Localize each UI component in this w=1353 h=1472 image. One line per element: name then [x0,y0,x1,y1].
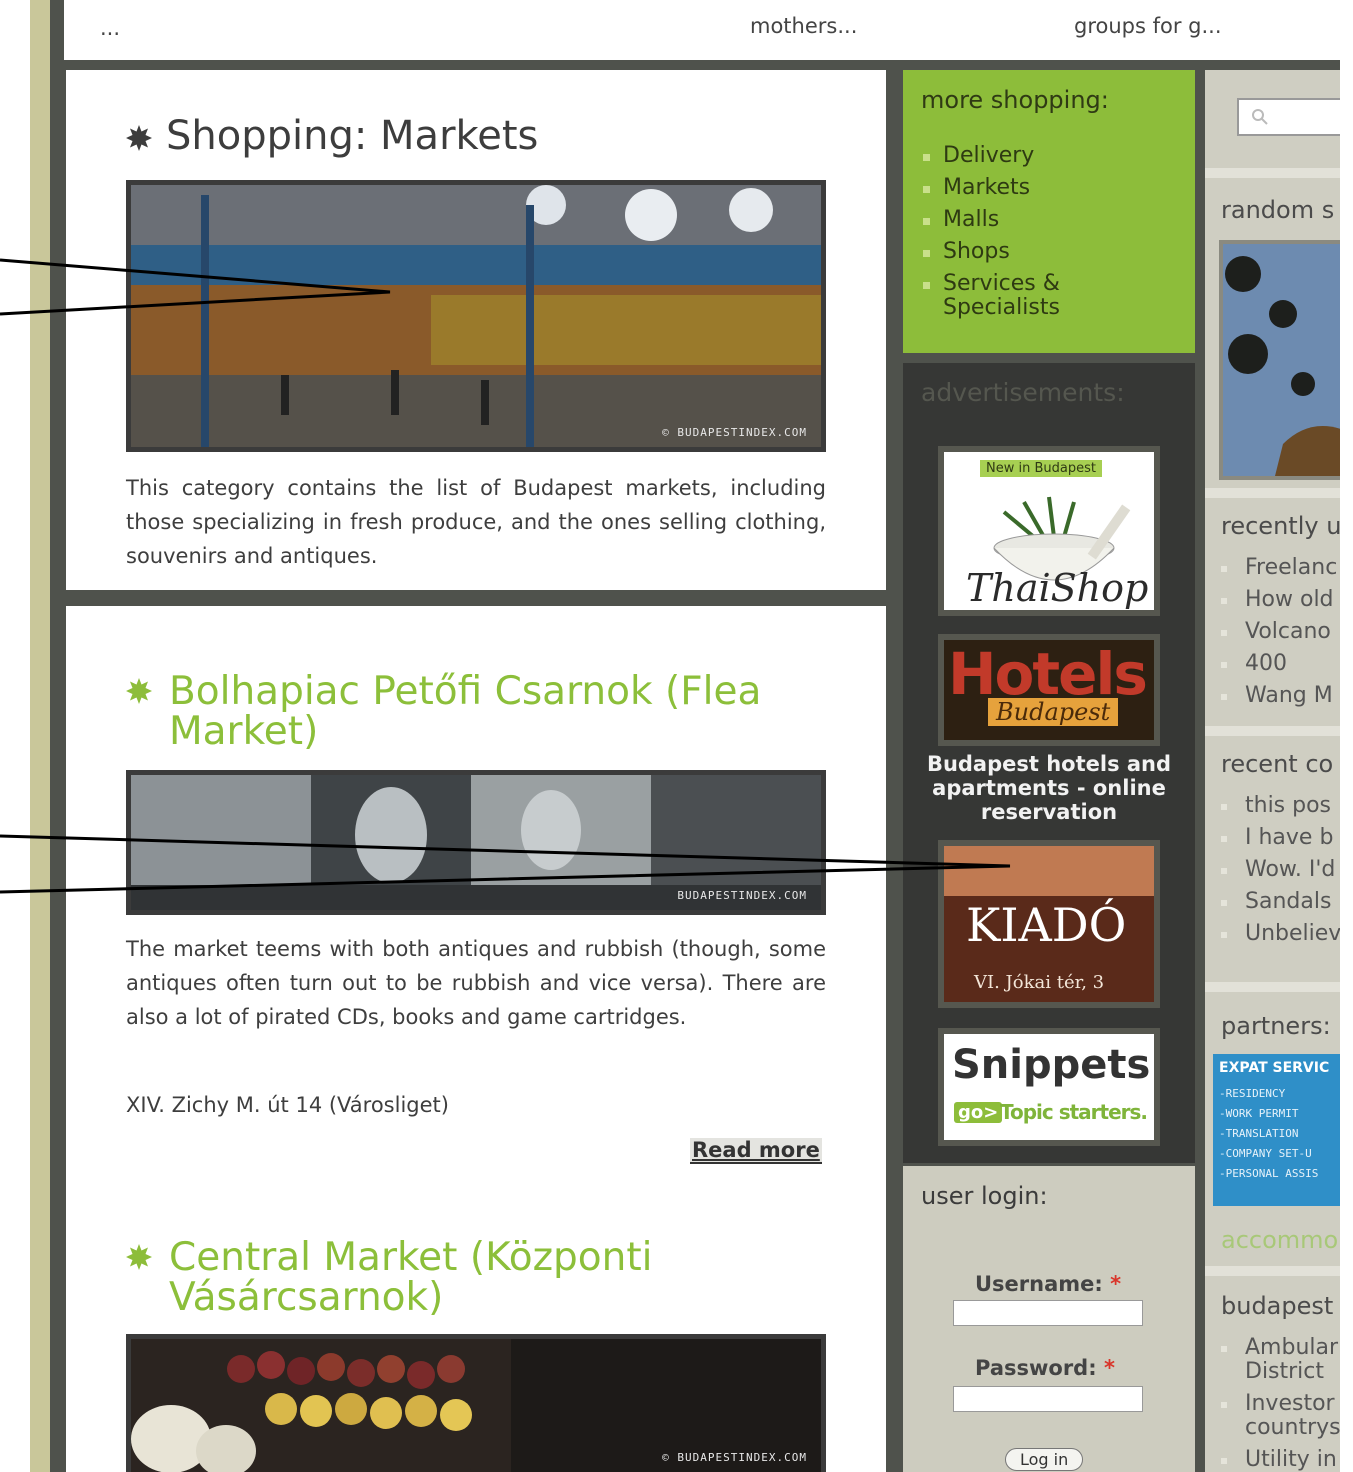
section-divider [1205,168,1340,178]
random-image [1223,244,1340,476]
more-shopping-link-services[interactable]: Services & Specialists [923,272,1063,320]
hotels-script: Budapest [988,698,1119,726]
thaishop-badge: New in Budapest [980,460,1102,477]
user-login-title: user login: [921,1182,1048,1210]
left-decorative-stripe [30,0,50,1472]
recently-item[interactable]: Volcano [1221,620,1337,644]
recent-comments-list: this pos I have b Wow. I'd Sandals Unbel… [1221,794,1340,954]
password-label: Password: * [975,1356,1115,1380]
required-mark: * [1110,1272,1122,1296]
flea-market-photo: BUDAPESTINDEX.COM [126,770,826,915]
search-input[interactable] [1237,98,1340,136]
category-header-card: Shopping: Markets © BUDAPESTINDEX.COM Th… [66,70,886,590]
right-column: random s recently u Freelanc How old Vol… [1205,70,1340,1472]
ad-kiado[interactable]: KIADÓ VI. Jókai tér, 3 [938,840,1160,1008]
partner-banner-expat[interactable]: EXPAT SERVIC -RESIDENCY -WORK PERMIT -TR… [1213,1054,1340,1206]
recent-comment-item[interactable]: this pos [1221,794,1340,818]
recent-comment-item[interactable]: Unbeliev [1221,922,1340,946]
random-photo[interactable] [1219,240,1340,480]
read-more-link[interactable]: Read more [690,1138,822,1164]
ad-hotels[interactable]: Hotels Budapest [938,634,1160,746]
budapest-title: budapest [1221,1292,1334,1320]
page-title: Shopping: Markets [166,113,539,159]
recently-item[interactable]: How old [1221,588,1337,612]
listing-address-flea-market: XIV. Zichy M. út 14 (Városliget) [126,1093,449,1117]
hotels-caption[interactable]: Budapest hotels and apartments - online … [920,752,1178,824]
kiado-address: VI. Jókai tér, 3 [974,972,1105,993]
section-divider [1205,488,1340,498]
more-shopping-title: more shopping: [921,86,1109,114]
search-icon [1252,109,1268,125]
central-market-photo: © BUDAPESTINDEX.COM [126,1334,826,1472]
more-shopping-link-delivery[interactable]: Delivery [923,144,1063,168]
partner-banner-title: EXPAT SERVIC [1219,1060,1330,1076]
snippets-word: Snippets! [952,1042,1160,1088]
top-links-bar: ... mothers... groups for g... [64,0,1340,60]
more-shopping-list: Delivery Markets Malls Shops Services & … [923,144,1063,328]
recent-comments-title: recent co [1221,750,1334,778]
more-shopping-link-malls[interactable]: Malls [923,208,1063,232]
recently-item[interactable]: Wang M [1221,684,1337,708]
kiado-word: KIADÓ [966,898,1127,952]
more-shopping-box: more shopping: Delivery Markets Malls Sh… [903,70,1195,353]
page-title-row: Shopping: Markets [126,114,538,158]
budapest-item[interactable]: Ambular District [1221,1336,1340,1384]
partner-banner-lines: -RESIDENCY -WORK PERMIT -TRANSLATION -CO… [1219,1087,1319,1180]
top-ellipsis: ... [100,16,121,40]
section-divider [1205,1266,1340,1276]
thaishop-brand: ThaiShop [966,566,1149,610]
listing-title-row: Central Market (Központi Vásárcsarnok) [126,1238,826,1318]
ad-snippets[interactable]: Snippets! go> Topic starters. [938,1028,1160,1146]
username-field[interactable] [953,1300,1143,1326]
photo-watermark: © BUDAPESTINDEX.COM [662,1451,807,1464]
market-hall-photo: © BUDAPESTINDEX.COM [126,180,826,452]
snippets-tagline: Topic starters. [1000,1100,1148,1124]
burst-icon [126,125,152,151]
random-section-title: random s [1221,196,1335,224]
section-divider [1205,726,1340,736]
advertisements-title: advertisements: [921,378,1125,407]
listing-title-central-market[interactable]: Central Market (Központi Vásárcsarnok) [169,1238,826,1318]
listing-title-flea-market[interactable]: Bolhapiac Petőfi Csarnok (Flea Market) [169,672,826,752]
more-shopping-link-shops[interactable]: Shops [923,240,1063,264]
photo-watermark: © BUDAPESTINDEX.COM [662,426,807,439]
market-hall-image [131,185,821,447]
recently-updated-title: recently u [1221,512,1340,540]
budapest-item[interactable]: Utility in [1221,1448,1340,1472]
snippets-go-badge: go> [954,1102,1003,1123]
listings-card: Bolhapiac Petőfi Csarnok (Flea Market) B… [66,606,886,1472]
burst-icon [126,678,152,704]
category-description: This category contains the list of Budap… [126,476,826,568]
recently-item[interactable]: Freelanc [1221,556,1337,580]
section-divider [1205,982,1340,992]
user-login-box: user login: Username: * Password: * Log … [903,1166,1195,1472]
accommodation-title: accommo [1221,1226,1339,1254]
listing-title-row: Bolhapiac Petőfi Csarnok (Flea Market) [126,672,826,752]
recently-item[interactable]: 400 [1221,652,1337,676]
recent-comment-item[interactable]: Sandals [1221,890,1340,914]
recently-updated-list: Freelanc How old Volcano 400 Wang M [1221,556,1337,716]
recent-comment-item[interactable]: I have b [1221,826,1340,850]
partners-title: partners: [1221,1012,1331,1040]
password-field[interactable] [953,1386,1143,1412]
budapest-item[interactable]: Investor countrys [1221,1392,1340,1440]
recent-comment-item[interactable]: Wow. I'd [1221,858,1340,882]
listing-description-flea-market: The market teems with both antiques and … [126,937,826,1029]
required-mark: * [1103,1356,1115,1380]
top-link-groups[interactable]: groups for g... [1074,14,1222,38]
burst-icon [126,1244,152,1270]
budapest-list: Ambular District Investor countrys Utili… [1221,1336,1340,1472]
login-button[interactable]: Log in [1005,1448,1084,1471]
photo-watermark: BUDAPESTINDEX.COM [677,889,807,902]
ad-thaishop[interactable]: New in Budapest ThaiShop [938,446,1160,616]
more-shopping-link-markets[interactable]: Markets [923,176,1063,200]
top-link-mothers[interactable]: mothers... [750,14,857,38]
username-label: Username: * [975,1272,1122,1296]
